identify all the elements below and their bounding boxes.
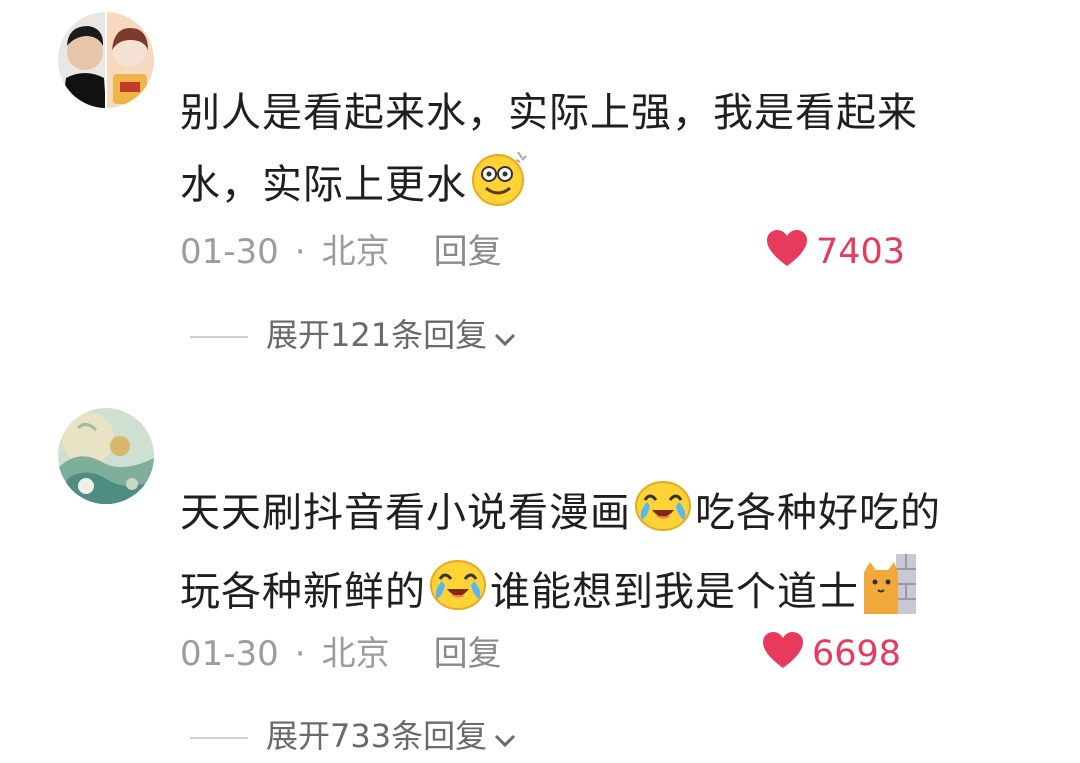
meta-separator: · <box>294 634 306 674</box>
expand-replies-button[interactable]: 展开121条回复 <box>190 313 517 357</box>
comment-date: 01-30 <box>180 634 279 674</box>
divider-line <box>190 737 248 739</box>
like-button[interactable]: 7403 <box>766 230 905 274</box>
comment-meta: 01-30 · 北京 回复 <box>180 230 502 274</box>
reply-button[interactable]: 回复 <box>434 634 502 674</box>
divider-line <box>190 336 248 338</box>
comment-text: 天天刷抖音看小说看漫画 吃各种好吃的 玩各种新鲜的 谁能想到我是个道士 <box>180 476 1040 634</box>
chevron-down-icon <box>495 734 516 748</box>
heart-icon <box>763 632 803 668</box>
like-count: 6698 <box>812 634 902 674</box>
reply-button[interactable]: 回复 <box>434 232 502 272</box>
dizzy-smile-emoji-icon <box>468 146 530 228</box>
avatar[interactable] <box>58 408 154 504</box>
like-count: 7403 <box>816 232 906 272</box>
chevron-down-icon <box>495 333 516 347</box>
comment-text-line: 玩各种新鲜的 谁能想到我是个道士 <box>180 554 1040 634</box>
comment-date: 01-30 <box>180 232 279 272</box>
comment-text-line: 天天刷抖音看小说看漫画 吃各种好吃的 <box>180 476 1040 554</box>
meta-separator: · <box>294 232 306 272</box>
like-button[interactable]: 6698 <box>762 632 901 676</box>
expand-replies-label: 展开121条回复 <box>266 316 488 354</box>
comment-meta: 01-30 · 北京 回复 <box>180 632 502 676</box>
comment-location: 北京 <box>321 232 390 272</box>
crying-laughing-emoji-icon <box>427 555 489 633</box>
heart-icon <box>767 230 807 266</box>
peeking-cat-icon <box>860 554 916 634</box>
crying-laughing-emoji-icon <box>632 476 694 554</box>
expand-replies-label: 展开733条回复 <box>266 717 488 755</box>
expand-replies-button[interactable]: 展开733条回复 <box>190 714 517 758</box>
comment-text-line: 别人是看起来水，实际上强，我是看起来 <box>180 90 918 136</box>
avatar[interactable] <box>58 12 154 108</box>
comment-text: 别人是看起来水，实际上强，我是看起来 水，实际上更水 <box>180 80 1040 228</box>
comment-location: 北京 <box>321 634 390 674</box>
comment-text-line: 水，实际上更水 <box>180 146 1040 228</box>
